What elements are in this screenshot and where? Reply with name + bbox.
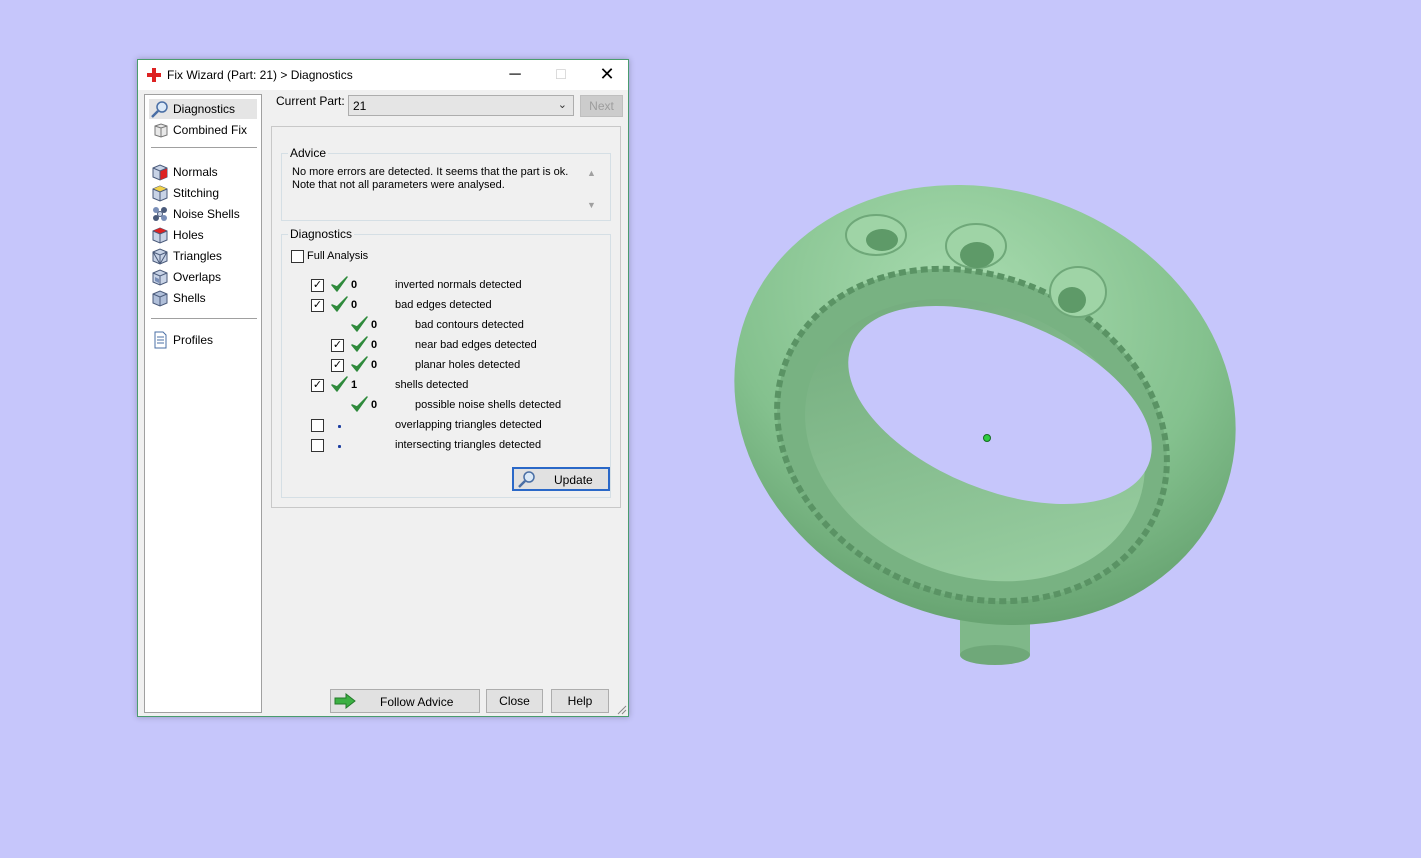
follow-advice-label: Follow Advice [380, 695, 454, 709]
title-bar[interactable]: Fix Wizard (Part: 21) > Diagnostics ─ □ … [138, 60, 628, 90]
pending-dot-icon [338, 425, 341, 428]
sidebar-item-holes[interactable]: Holes [149, 225, 257, 245]
sidebar-item-label: Holes [173, 228, 204, 242]
full-analysis-checkbox[interactable] [291, 250, 304, 263]
diag-checkbox[interactable]: ✓ [311, 379, 324, 392]
diag-count: 0 [351, 279, 358, 291]
close-button[interactable]: Close [486, 689, 543, 713]
diag-label: planar holes detected [415, 359, 521, 371]
diag-label: overlapping triangles detected [395, 419, 542, 431]
magnifier-icon [518, 471, 535, 488]
sidebar-item-label: Diagnostics [173, 102, 236, 116]
diagnostics-title: Diagnostics [288, 227, 355, 241]
advice-textbox[interactable]: No more errors are detected. It seems th… [292, 166, 600, 214]
fix-wizard-window: Fix Wizard (Part: 21) > Diagnostics ─ □ … [137, 59, 629, 717]
diag-count: 0 [371, 359, 378, 371]
minimize-button[interactable]: ─ [492, 60, 538, 90]
diag-count: 0 [371, 319, 378, 331]
green-check-icon [331, 276, 348, 292]
diag-checkbox[interactable]: ✓ [311, 279, 324, 292]
red-cross-icon [147, 68, 161, 82]
overlaps-cube-icon [152, 269, 168, 286]
next-button[interactable]: Next [580, 95, 623, 117]
advice-title: Advice [288, 146, 329, 160]
diag-checkbox[interactable]: ✓ [311, 299, 324, 312]
ring-model[interactable] [700, 150, 1260, 690]
sidebar-item-stitching[interactable]: Stitching [149, 183, 257, 203]
diag-count: 0 [371, 399, 378, 411]
diag-checkbox[interactable] [311, 419, 324, 432]
noise-shells-icon [153, 207, 167, 221]
profiles-document-icon [154, 331, 167, 349]
sidebar-item-label: Triangles [173, 249, 222, 263]
green-check-icon [331, 376, 348, 392]
current-part-value: 21 [353, 99, 367, 113]
diag-count: 0 [371, 339, 378, 351]
sidebar-separator [151, 147, 257, 148]
diagnostics-group: Diagnostics Full Analysis ✓ 0 inverted n… [281, 227, 611, 498]
update-button[interactable]: Update [512, 467, 610, 491]
sidebar-separator [151, 318, 257, 319]
normals-cube-icon [152, 164, 168, 181]
diag-checkbox[interactable] [311, 439, 324, 452]
green-check-icon [331, 296, 348, 312]
window-title: Fix Wizard (Part: 21) > Diagnostics [167, 68, 353, 82]
chevron-down-icon: ⌄ [557, 99, 567, 111]
diag-label: shells detected [395, 379, 469, 391]
diag-label: inverted normals detected [395, 279, 522, 291]
diag-checkbox[interactable]: ✓ [331, 339, 344, 352]
magnifier-icon [151, 101, 168, 118]
diag-count: 1 [351, 379, 358, 391]
close-window-button[interactable]: ✕ [584, 60, 630, 90]
advice-text: No more errors are detected. It seems th… [292, 166, 569, 191]
resize-grip-icon[interactable] [617, 705, 627, 715]
follow-advice-button[interactable]: Follow Advice [330, 689, 480, 713]
diag-checkbox[interactable]: ✓ [331, 359, 344, 372]
full-analysis-label: Full Analysis [307, 250, 369, 262]
pending-dot-icon [338, 445, 341, 448]
holes-cube-icon [152, 227, 168, 244]
sidebar-item-label: Shells [173, 291, 206, 305]
sidebar-item-label: Normals [173, 165, 218, 179]
advice-group: Advice No more errors are detected. It s… [281, 146, 611, 221]
triangles-cube-icon [152, 248, 168, 265]
stitching-cube-icon [152, 185, 168, 202]
green-arrow-icon [334, 693, 356, 709]
sidebar-item-label: Overlaps [173, 270, 222, 284]
green-check-icon [351, 336, 368, 352]
sidebar-item-shells[interactable]: Shells [149, 288, 257, 308]
sidebar-item-profiles[interactable]: Profiles [149, 330, 257, 350]
sidebar-item-triangles[interactable]: Triangles [149, 246, 257, 266]
diag-label: bad contours detected [415, 319, 524, 331]
combined-fix-icon [154, 123, 168, 138]
sidebar-item-combined-fix[interactable]: Combined Fix [149, 120, 257, 140]
diag-label: bad edges detected [395, 299, 492, 311]
update-label: Update [554, 473, 593, 487]
diag-count: 0 [351, 299, 358, 311]
green-check-icon [351, 356, 368, 372]
help-button[interactable]: Help [551, 689, 609, 713]
sidebar-item-overlaps[interactable]: Overlaps [149, 267, 257, 287]
green-check-icon [351, 316, 368, 332]
green-check-icon [351, 396, 368, 412]
advice-scrollbar[interactable]: ▲ ▼ [583, 166, 600, 214]
diag-label: intersecting triangles detected [395, 439, 542, 451]
maximize-button[interactable]: □ [538, 60, 584, 90]
sidebar-item-diagnostics[interactable]: Diagnostics [149, 99, 257, 119]
scroll-up-icon[interactable]: ▲ [587, 168, 596, 178]
sidebar-item-normals[interactable]: Normals [149, 162, 257, 182]
scroll-down-icon[interactable]: ▼ [587, 200, 596, 210]
sidebar-item-label: Combined Fix [173, 123, 248, 137]
sidebar-item-label: Stitching [173, 186, 220, 200]
sidebar-item-label: Profiles [173, 333, 214, 347]
diag-label: possible noise shells detected [415, 399, 562, 411]
current-part-label: Current Part: [276, 94, 345, 108]
sidebar-item-label: Noise Shells [173, 207, 240, 221]
diag-label: near bad edges detected [415, 339, 537, 351]
diagnostics-panel: Advice No more errors are detected. It s… [271, 126, 621, 508]
sidebar: Diagnostics Combined Fix Normals Stitchi… [144, 94, 262, 713]
current-part-select[interactable]: 21 ⌄ [348, 95, 574, 116]
shells-cube-icon [152, 290, 168, 307]
sidebar-item-noise-shells[interactable]: Noise Shells [149, 204, 257, 224]
